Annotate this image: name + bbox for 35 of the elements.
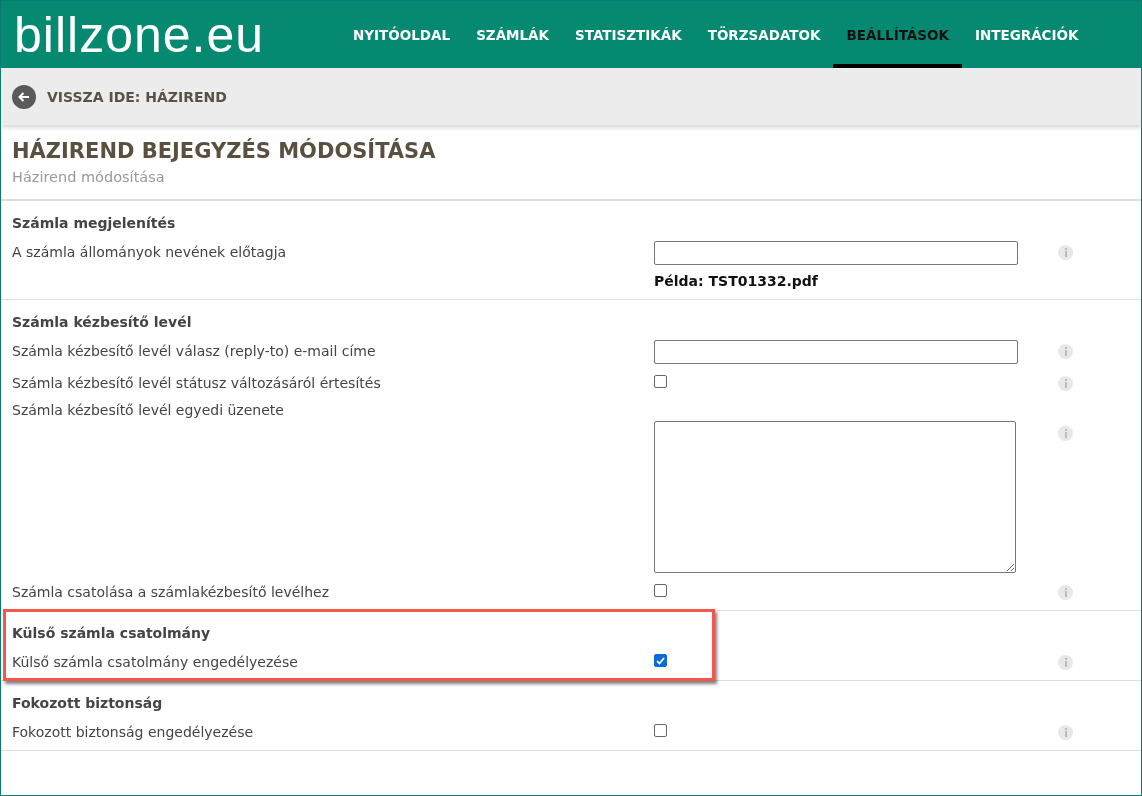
info-icon[interactable] xyxy=(1058,585,1073,600)
checkbox[interactable] xyxy=(654,584,667,597)
text-field[interactable] xyxy=(654,340,1018,364)
section-heading: Külső számla csatolmány xyxy=(11,625,212,641)
info-icon[interactable] xyxy=(1058,426,1073,441)
message-textarea[interactable] xyxy=(654,421,1016,573)
field-label: Számla kézbesítő levél válasz (reply-to) e-mail címe xyxy=(11,342,377,359)
section-heading: Számla kézbesítő levél xyxy=(11,314,193,330)
field-label: A számla állományok nevének előtagja xyxy=(11,243,288,260)
field-label: Számla csatolása a számlakézbesítő levélhez xyxy=(11,583,331,600)
nav-tab[interactable]: NYITÓOLDAL xyxy=(340,1,464,68)
nav-tab[interactable]: SZÁMLÁK xyxy=(463,1,563,68)
nav-tab[interactable]: TÖRZSADATOK xyxy=(694,1,834,68)
info-icon[interactable] xyxy=(1058,725,1073,740)
field-label: Külső számla csatolmány engedélyezése xyxy=(11,653,299,670)
text-field[interactable] xyxy=(654,241,1018,265)
page-title: HÁZIREND BEJEGYZÉS MÓDOSÍTÁSA xyxy=(12,139,437,163)
example-hint: Példa: TST01332.pdf xyxy=(654,273,819,289)
field-label: Számla kézbesítő levél egyedi üzenete xyxy=(11,401,285,418)
back-link[interactable]: VISSZA IDE: HÁZIREND xyxy=(47,88,227,105)
nav-tab[interactable]: INTEGRÁCIÓK xyxy=(961,1,1092,68)
nav-tab[interactable]: STATISZTIKÁK xyxy=(562,1,695,68)
section-heading: Fokozott biztonság xyxy=(11,695,164,711)
info-icon[interactable] xyxy=(1058,376,1073,391)
field-label: Fokozott biztonság engedélyezése xyxy=(11,723,255,740)
page-subtitle: Házirend módosítása xyxy=(12,169,166,185)
checkbox[interactable] xyxy=(654,724,667,737)
field-label: Számla kézbesítő levél státusz változásáról értesítés xyxy=(11,374,382,391)
info-icon[interactable] xyxy=(1058,655,1073,670)
checkbox[interactable] xyxy=(654,654,667,667)
logo[interactable]: billzone.eu xyxy=(1,1,340,68)
info-icon[interactable] xyxy=(1058,344,1073,359)
checkbox[interactable] xyxy=(654,375,667,388)
info-icon[interactable] xyxy=(1058,245,1073,260)
section-heading: Számla megjelenítés xyxy=(11,215,177,231)
